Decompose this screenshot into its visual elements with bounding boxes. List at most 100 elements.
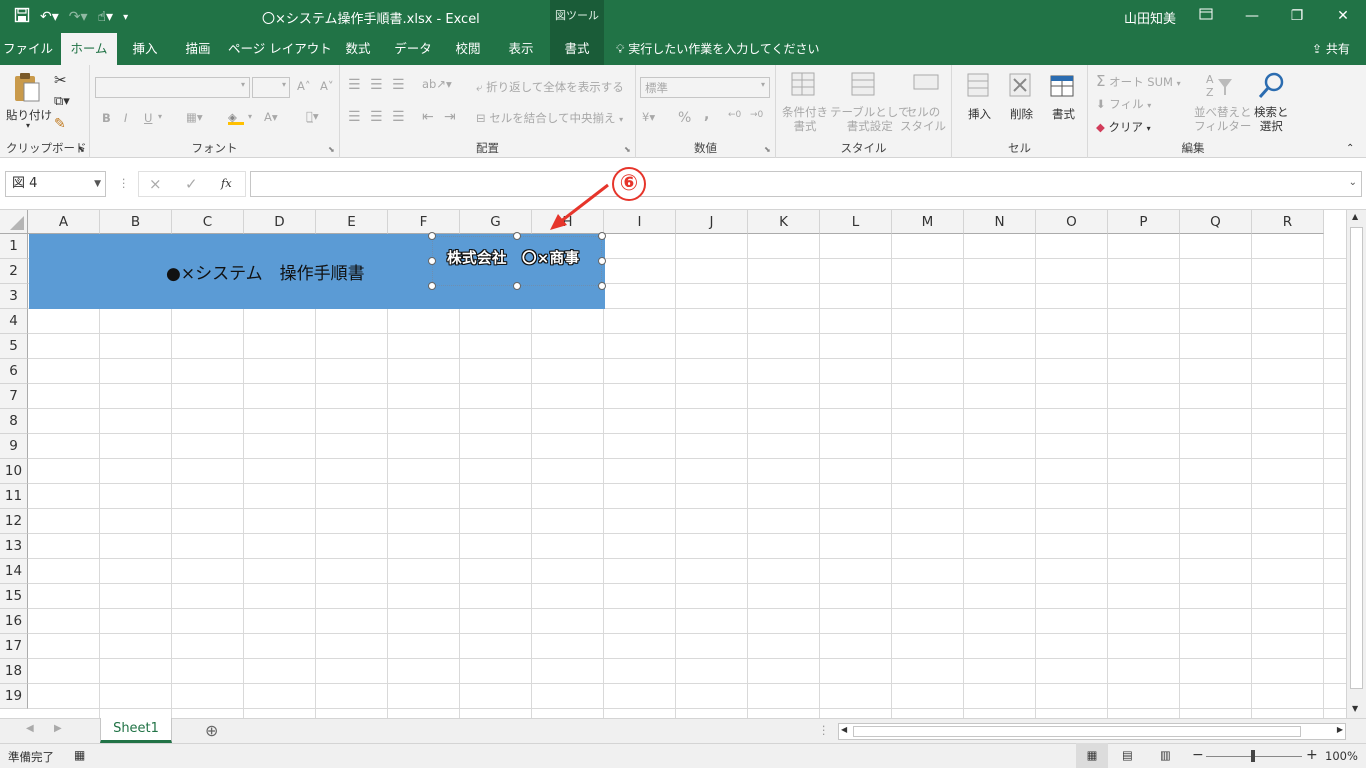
format-cells-button[interactable]: 書式 xyxy=(1052,106,1075,122)
tab-home[interactable]: ホーム xyxy=(61,33,117,65)
next-sheet-icon[interactable]: ▶ xyxy=(54,723,62,734)
scroll-down-icon[interactable]: ▼ xyxy=(1352,704,1358,713)
save-icon[interactable] xyxy=(14,7,30,27)
resize-handle-top-center[interactable] xyxy=(513,232,521,240)
restore-button[interactable]: ❐ xyxy=(1277,4,1317,28)
sheet-tab-sheet1[interactable]: Sheet1 xyxy=(100,718,172,743)
formula-input[interactable]: ⌄ xyxy=(250,171,1362,197)
row-header[interactable]: 12 xyxy=(0,509,28,534)
resize-handle-bottom-center[interactable] xyxy=(513,282,521,290)
row-header[interactable]: 13 xyxy=(0,534,28,559)
tab-draw[interactable]: 描画 xyxy=(173,33,223,65)
zoom-out-icon[interactable]: − xyxy=(1192,747,1204,763)
tab-page-layout[interactable]: ページ レイアウト xyxy=(228,33,332,65)
tab-formulas[interactable]: 数式 xyxy=(333,33,383,65)
name-box[interactable]: 図 4 ▼ xyxy=(5,171,106,197)
format-as-table-icon[interactable] xyxy=(850,71,880,101)
align-middle-icon[interactable]: ☰ xyxy=(370,77,383,93)
paste-dropdown-icon[interactable]: ▾ xyxy=(26,121,30,130)
horizontal-scroll-thumb[interactable] xyxy=(853,726,1301,737)
font-size-input[interactable]: ▾ xyxy=(252,77,290,98)
orientation-icon[interactable]: ab↗▾ xyxy=(422,77,452,91)
ribbon-display-options-icon[interactable] xyxy=(1186,4,1226,28)
fill-button[interactable]: ⬇ フィル ▾ xyxy=(1096,96,1151,112)
touch-mode-icon[interactable]: ☝▾ xyxy=(98,9,114,25)
cancel-entry-icon[interactable]: × xyxy=(149,175,162,193)
tab-insert[interactable]: 挿入 xyxy=(120,33,170,65)
increase-indent-icon[interactable]: ⇥ xyxy=(444,109,456,125)
row-header[interactable]: 18 xyxy=(0,659,28,684)
column-header[interactable]: Q xyxy=(1180,210,1252,234)
currency-icon[interactable]: ¥▾ xyxy=(642,110,655,124)
align-bottom-icon[interactable]: ☰ xyxy=(392,77,405,93)
bold-button[interactable]: B xyxy=(102,111,111,125)
underline-button[interactable]: U xyxy=(144,111,152,125)
sort-filter-button[interactable]: 並べ替えと フィルター xyxy=(1194,105,1252,133)
column-header[interactable]: K xyxy=(748,210,820,234)
delete-cells-button[interactable]: 削除 xyxy=(1010,106,1033,122)
select-all-corner[interactable] xyxy=(0,210,28,234)
number-launcher-icon[interactable]: ⬊ xyxy=(764,145,771,154)
copy-icon[interactable]: ⧉▾ xyxy=(54,94,70,109)
row-header[interactable]: 8 xyxy=(0,409,28,434)
borders-icon[interactable]: ▦▾ xyxy=(186,110,203,124)
row-header[interactable]: 10 xyxy=(0,459,28,484)
name-box-dropdown-icon[interactable]: ▼ xyxy=(94,172,101,196)
minimize-button[interactable]: — xyxy=(1232,4,1272,28)
tab-review[interactable]: 校閲 xyxy=(443,33,493,65)
macro-record-icon[interactable]: ▦ xyxy=(74,748,85,762)
align-top-icon[interactable]: ☰ xyxy=(348,77,361,93)
user-name[interactable]: 山田知美 xyxy=(1124,8,1176,27)
increase-decimal-icon[interactable]: ←0 xyxy=(728,110,741,120)
align-right-icon[interactable]: ☰ xyxy=(392,109,405,125)
clipboard-launcher-icon[interactable]: ⬊ xyxy=(78,145,85,154)
row-header[interactable]: 11 xyxy=(0,484,28,509)
worksheet-grid[interactable]: ABCDEFGHIJKLMNOPQR 1 2 3 4 5 6 7 8 9 10 11 12 13 14 15… xyxy=(0,210,1346,718)
row-header[interactable]: 15 xyxy=(0,584,28,609)
insert-cells-button[interactable]: 挿入 xyxy=(968,106,991,122)
resize-handle-bottom-left[interactable] xyxy=(428,282,436,290)
normal-view-icon[interactable]: ▦ xyxy=(1076,743,1108,768)
row-header[interactable]: 17 xyxy=(0,634,28,659)
column-header[interactable]: A xyxy=(28,210,100,234)
prev-sheet-icon[interactable]: ◀ xyxy=(26,723,34,734)
resize-handle-middle-left[interactable] xyxy=(428,257,436,265)
row-header[interactable]: 19 xyxy=(0,684,28,709)
column-header[interactable]: D xyxy=(244,210,316,234)
column-header[interactable]: L xyxy=(820,210,892,234)
insert-cells-icon[interactable] xyxy=(964,71,994,101)
scroll-right-icon[interactable]: ▶ xyxy=(1337,725,1343,734)
align-left-icon[interactable]: ☰ xyxy=(348,109,361,125)
number-format-select[interactable]: 標準 ▾ xyxy=(640,77,770,98)
conditional-format-button[interactable]: 条件付き 書式 xyxy=(782,105,828,133)
paste-icon[interactable] xyxy=(12,71,42,102)
expand-formula-icon[interactable]: ⌄ xyxy=(1349,177,1357,188)
increase-font-icon[interactable]: A˄ xyxy=(297,79,311,93)
font-color-icon[interactable]: A▾ xyxy=(264,110,278,124)
comma-button[interactable]: , xyxy=(704,107,709,123)
zoom-slider-thumb[interactable] xyxy=(1251,750,1255,762)
row-header[interactable]: 4 xyxy=(0,309,28,334)
format-painter-icon[interactable]: ✎ xyxy=(54,116,66,132)
decrease-decimal-icon[interactable]: →0 xyxy=(750,110,763,120)
column-header[interactable]: E xyxy=(316,210,388,234)
resize-handle-bottom-right[interactable] xyxy=(598,282,606,290)
cell-styles-button[interactable]: セルの スタイル xyxy=(900,105,946,133)
phonetic-icon[interactable]: ア̲▾ xyxy=(306,109,319,123)
tab-format[interactable]: 書式 xyxy=(550,33,604,65)
row-header[interactable]: 6 xyxy=(0,359,28,384)
row-header[interactable]: 7 xyxy=(0,384,28,409)
vertical-scroll-thumb[interactable] xyxy=(1350,227,1363,689)
cell-styles-icon[interactable] xyxy=(912,71,942,101)
find-select-button[interactable]: 検索と 選択 xyxy=(1254,105,1289,133)
font-name-input[interactable]: ▾ xyxy=(95,77,250,98)
decrease-font-icon[interactable]: A˅ xyxy=(320,79,334,93)
new-sheet-icon[interactable]: ⊕ xyxy=(205,721,218,740)
column-header[interactable]: G xyxy=(460,210,532,234)
column-header[interactable]: B xyxy=(100,210,172,234)
zoom-in-icon[interactable]: + xyxy=(1306,747,1318,763)
tab-data[interactable]: データ xyxy=(388,33,438,65)
formula-bar-dots-icon[interactable]: ⋮ xyxy=(118,176,130,190)
collapse-ribbon-icon[interactable]: ⌃ xyxy=(1346,143,1354,154)
font-launcher-icon[interactable]: ⬊ xyxy=(328,145,335,154)
